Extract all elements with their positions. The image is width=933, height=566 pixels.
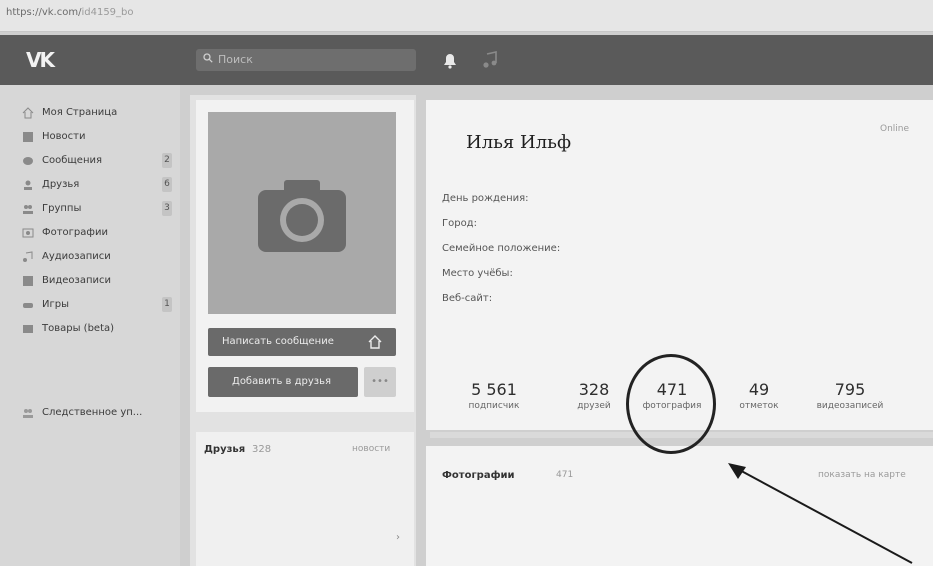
info-relationship: Семейное положение: xyxy=(442,243,561,254)
sidebar-item-label: Игры xyxy=(42,299,69,310)
sidebar-item-groups[interactable]: Группы 3 xyxy=(22,200,172,220)
sidebar-item-friends[interactable]: Друзья 6 xyxy=(22,176,172,196)
sidebar-item-label: Новости xyxy=(42,131,86,142)
browser-address-bar[interactable]: https://vk.com/id4159_bo xyxy=(0,0,933,32)
friends-news-link[interactable]: новости xyxy=(352,444,390,454)
sidebar-item-label: Группы xyxy=(42,203,82,214)
games-icon xyxy=(23,303,33,308)
sidebar-item-label: Сообщения xyxy=(42,155,103,166)
gift-icon xyxy=(368,335,382,349)
search-icon xyxy=(203,53,213,63)
games-count-badge: 1 xyxy=(162,297,172,312)
goods-icon xyxy=(23,325,33,333)
notifications-icon[interactable] xyxy=(440,51,460,69)
messages-icon xyxy=(23,157,33,165)
sidebar-item-video[interactable]: Видеозаписи xyxy=(22,272,172,292)
stat-label: видеозаписей xyxy=(816,401,884,411)
sidebar-item-label: Моя Страница xyxy=(42,107,118,118)
photos-block-count: 471 xyxy=(556,470,574,480)
url-text[interactable]: https://vk.com/id4159_bo xyxy=(6,7,134,18)
sidebar-item-photos[interactable]: Фотографии xyxy=(22,224,172,244)
sidebar-item-label: Товары (beta) xyxy=(42,323,115,334)
stat-value: 49 xyxy=(748,380,770,399)
stat-value: 5 561 xyxy=(471,380,517,399)
sidebar-item-label: Аудиозаписи xyxy=(42,251,111,262)
top-header: VK Поиск xyxy=(0,35,933,85)
stat-label: отметок xyxy=(739,401,779,411)
groups-icon xyxy=(23,409,33,418)
chevron-right-icon[interactable]: › xyxy=(396,532,400,543)
groups-icon xyxy=(23,205,33,214)
stat-label: друзей xyxy=(577,401,611,411)
online-status: Online xyxy=(880,124,910,134)
stat-videos[interactable]: 795 видеозаписей xyxy=(804,380,896,411)
stat-followers[interactable]: 5 561 подписчик xyxy=(456,380,532,411)
info-website: Веб-сайт: xyxy=(442,293,493,304)
send-message-button[interactable]: Написать сообщение xyxy=(208,328,396,356)
info-education: Место учёбы: xyxy=(442,268,513,279)
sidebar-item-my-page[interactable]: Моя Страница xyxy=(22,104,172,124)
stat-tags[interactable]: 49 отметок xyxy=(728,380,790,411)
news-icon xyxy=(23,132,33,142)
groups-count-badge: 3 xyxy=(162,201,172,216)
sidebar-item-goods[interactable]: Товары (beta) xyxy=(22,320,172,340)
music-icon[interactable] xyxy=(482,51,498,69)
sidebar-item-group-link[interactable]: Следственное уп... xyxy=(22,404,172,424)
friends-block: Друзья 328 новости › xyxy=(196,432,414,566)
sidebar-item-label: Друзья xyxy=(42,179,80,190)
stat-label: подписчик xyxy=(468,401,520,411)
stat-friends[interactable]: 328 друзей xyxy=(566,380,622,411)
video-icon xyxy=(23,276,33,286)
search-input[interactable]: Поиск xyxy=(196,49,416,71)
sidebar-item-label: Фотографии xyxy=(42,227,108,238)
camera-icon xyxy=(258,180,346,252)
sidebar-item-label: Видеозаписи xyxy=(42,275,112,286)
sidebar-item-games[interactable]: Игры 1 xyxy=(22,296,172,316)
home-icon xyxy=(22,107,34,119)
friends-block-title[interactable]: Друзья xyxy=(204,444,245,455)
sidebar-item-news[interactable]: Новости xyxy=(22,128,172,148)
add-friend-button[interactable]: Добавить в друзья xyxy=(208,367,358,397)
sidebar-item-label: Следственное уп... xyxy=(42,407,143,418)
annotation-circle xyxy=(626,354,716,454)
stat-value: 328 xyxy=(578,380,610,399)
audio-icon xyxy=(23,251,33,262)
photos-icon xyxy=(22,228,34,238)
vk-logo[interactable]: VK xyxy=(26,48,60,72)
friends-block-count: 328 xyxy=(252,444,272,455)
sidebar-item-messages[interactable]: Сообщения 2 xyxy=(22,152,172,172)
info-city: Город: xyxy=(442,218,477,229)
photos-block-title[interactable]: Фотографии xyxy=(442,470,515,481)
stat-value: 795 xyxy=(834,380,866,399)
annotation-arrow xyxy=(728,463,913,564)
info-birthday: День рождения: xyxy=(442,193,529,204)
more-actions-button[interactable]: ••• xyxy=(364,367,396,397)
add-friend-label: Добавить в друзья xyxy=(232,376,331,387)
profile-name: Илья Ильф xyxy=(466,132,572,153)
friends-icon xyxy=(24,180,32,190)
friends-count-badge: 6 xyxy=(162,177,172,192)
send-message-label: Написать сообщение xyxy=(222,336,334,347)
messages-count-badge: 2 xyxy=(162,153,172,168)
search-placeholder: Поиск xyxy=(218,53,253,66)
sidebar-item-audio[interactable]: Аудиозаписи xyxy=(22,248,172,268)
